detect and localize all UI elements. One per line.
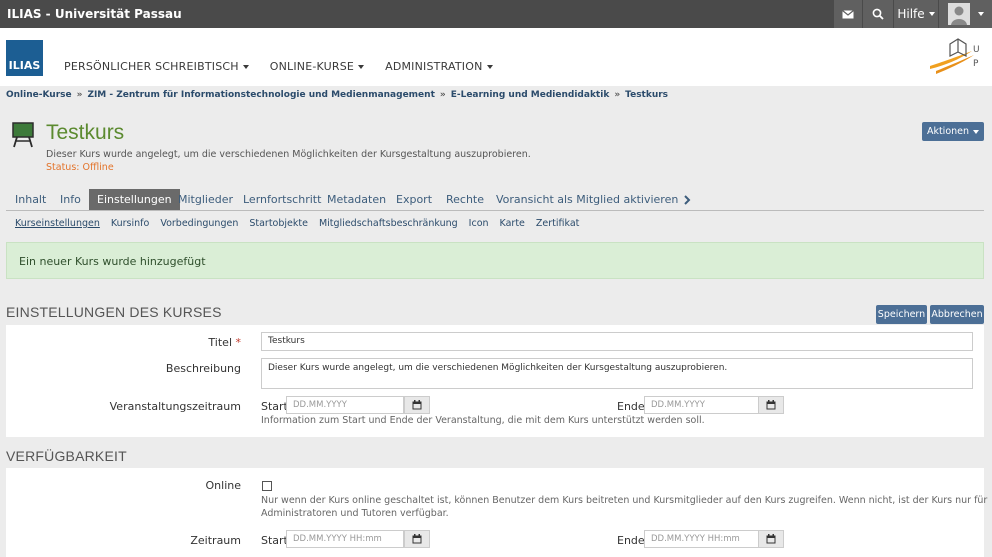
svg-text:U: U bbox=[973, 45, 980, 55]
calendar-icon bbox=[412, 400, 422, 410]
ilias-logo[interactable]: ILIAS bbox=[6, 40, 43, 76]
availability-end-input[interactable]: DD.MM.YYYY HH:mm bbox=[644, 530, 762, 548]
availability-start-input[interactable]: DD.MM.YYYY HH:mm bbox=[286, 530, 404, 548]
title-input[interactable]: Testkurs bbox=[261, 332, 973, 351]
tab-lernfortschritt[interactable]: Lernfortschritt bbox=[235, 189, 329, 210]
chevron-down-icon bbox=[977, 12, 984, 16]
breadcrumb-item[interactable]: Testkurs bbox=[625, 90, 668, 100]
tab-einstellungen[interactable]: Einstellungen bbox=[89, 189, 180, 210]
subtab-kursinfo[interactable]: Kursinfo bbox=[111, 218, 149, 229]
success-message: Ein neuer Kurs wurde hinzugefügt bbox=[6, 242, 984, 279]
course-description: Dieser Kurs wurde angelegt, um die versc… bbox=[46, 149, 531, 160]
brand-title: ILIAS - Universität Passau bbox=[7, 7, 182, 21]
subtab-zertifikat[interactable]: Zertifikat bbox=[536, 218, 580, 229]
subtab-icon[interactable]: Icon bbox=[469, 218, 489, 229]
tab-inhalt[interactable]: Inhalt bbox=[7, 189, 54, 210]
subtab-karte[interactable]: Karte bbox=[500, 218, 525, 229]
online-info-line-1: Nur wenn der Kurs online geschaltet ist,… bbox=[261, 495, 988, 506]
chevron-down-icon bbox=[973, 129, 980, 134]
chevron-right-icon bbox=[684, 194, 691, 205]
subtab-vorbedingungen[interactable]: Vorbedingungen bbox=[160, 218, 238, 229]
subtab-kurseinstellungen[interactable]: Kurseinstellungen bbox=[15, 218, 100, 229]
title-label-text: Titel bbox=[208, 336, 232, 349]
tab-preview-as-member[interactable]: Voransicht als Mitglied aktivieren bbox=[488, 189, 699, 210]
availability-period-label: Zeitraum bbox=[190, 534, 241, 547]
title-label: Titel * bbox=[160, 336, 241, 349]
breadcrumb-item[interactable]: E-Learning und Mediendidaktik bbox=[451, 90, 610, 100]
status-text: Status: Offline bbox=[46, 162, 114, 173]
subtab-startobjekte[interactable]: Startobjekte bbox=[249, 218, 308, 229]
tab-metadaten[interactable]: Metadaten bbox=[319, 189, 394, 210]
university-logo: U P bbox=[930, 38, 980, 74]
help-menu[interactable]: Hilfe bbox=[894, 0, 938, 28]
subtab-mitgliedschaftsbeschraenkung[interactable]: Mitgliedschaftsbeschränkung bbox=[319, 218, 458, 229]
chevron-down-icon bbox=[358, 65, 365, 69]
actions-button[interactable]: Aktionen bbox=[922, 122, 984, 141]
tab-rechte[interactable]: Rechte bbox=[438, 189, 492, 210]
avatar-icon bbox=[947, 3, 970, 25]
nav-online-courses[interactable]: ONLINE-KURSE bbox=[269, 60, 365, 73]
description-label: Beschreibung bbox=[165, 362, 241, 375]
user-menu[interactable] bbox=[939, 0, 992, 28]
start-label: Start bbox=[261, 400, 288, 413]
course-period-label: Veranstaltungszeitraum bbox=[109, 400, 241, 413]
calendar-icon bbox=[412, 534, 422, 544]
tab-export[interactable]: Export bbox=[388, 189, 440, 210]
calendar-button[interactable] bbox=[758, 396, 784, 414]
period-info-text: Information zum Start und Ende der Veran… bbox=[261, 415, 705, 426]
availability-panel bbox=[6, 468, 984, 557]
chevron-down-icon bbox=[242, 65, 249, 69]
nav-personal-desktop[interactable]: PERSÖNLICHER SCHREIBTISCH bbox=[64, 60, 249, 73]
nav-label: ADMINISTRATION bbox=[385, 60, 483, 73]
required-marker: * bbox=[235, 336, 242, 349]
course-end-date-input[interactable]: DD.MM.YYYY bbox=[644, 396, 762, 414]
chevron-down-icon bbox=[486, 65, 493, 69]
course-icon bbox=[12, 122, 34, 148]
chevron-down-icon bbox=[928, 12, 935, 16]
end-label: Ende bbox=[617, 400, 645, 413]
tab-mitglieder[interactable]: Mitglieder bbox=[170, 189, 241, 210]
breadcrumb-separator: » bbox=[614, 90, 621, 100]
tab-label: Voransicht als Mitglied aktivieren bbox=[496, 193, 679, 206]
end-label: Ende bbox=[617, 534, 645, 547]
tab-info[interactable]: Info bbox=[52, 189, 89, 210]
calendar-button[interactable] bbox=[404, 396, 430, 414]
mail-button[interactable] bbox=[834, 0, 862, 28]
online-checkbox[interactable] bbox=[262, 481, 272, 491]
actions-label: Aktionen bbox=[926, 126, 970, 137]
help-label: Hilfe bbox=[897, 7, 925, 21]
top-bar: ILIAS - Universität Passau Hilfe bbox=[0, 0, 992, 28]
online-label: Online bbox=[205, 479, 241, 492]
start-label: Start bbox=[261, 534, 288, 547]
search-icon bbox=[872, 8, 884, 20]
mail-icon bbox=[842, 9, 854, 18]
save-button[interactable]: Speichern bbox=[876, 305, 927, 324]
search-button[interactable] bbox=[863, 0, 893, 28]
logo-text: ILIAS bbox=[8, 59, 41, 72]
sub-tab-bar: Kurseinstellungen Kursinfo Vorbedingunge… bbox=[15, 218, 579, 229]
tab-bar: Inhalt Info Einstellungen Mitglieder Ler… bbox=[6, 189, 984, 211]
nav-label: ONLINE-KURSE bbox=[269, 60, 355, 73]
main-navigation: PERSÖNLICHER SCHREIBTISCH ONLINE-KURSE A… bbox=[64, 60, 493, 73]
breadcrumb-separator: » bbox=[76, 90, 83, 100]
calendar-icon bbox=[766, 534, 776, 544]
nav-administration[interactable]: ADMINISTRATION bbox=[385, 60, 493, 73]
cancel-button[interactable]: Abbrechen bbox=[930, 305, 984, 324]
description-textarea[interactable]: Dieser Kurs wurde angelegt, um die versc… bbox=[261, 358, 973, 389]
calendar-button[interactable] bbox=[404, 530, 430, 548]
breadcrumb-item[interactable]: ZIM - Zentrum für Informationstechnologi… bbox=[87, 90, 434, 100]
main-header: ILIAS PERSÖNLICHER SCHREIBTISCH ONLINE-K… bbox=[0, 28, 992, 86]
online-info-line-2: Administratoren und Tutoren verfügbar. bbox=[261, 508, 449, 519]
breadcrumb: Online-Kurse » ZIM - Zentrum für Informati… bbox=[6, 90, 668, 100]
breadcrumb-separator: » bbox=[439, 90, 446, 100]
breadcrumb-item[interactable]: Online-Kurse bbox=[6, 90, 72, 100]
page-title: Testkurs bbox=[46, 121, 125, 144]
section-title-availability: VERFÜGBARKEIT bbox=[6, 448, 127, 464]
nav-label: PERSÖNLICHER SCHREIBTISCH bbox=[64, 60, 239, 73]
course-start-date-input[interactable]: DD.MM.YYYY bbox=[286, 396, 404, 414]
section-title-settings: EINSTELLUNGEN DES KURSES bbox=[6, 304, 222, 320]
svg-text:P: P bbox=[973, 59, 979, 69]
calendar-button[interactable] bbox=[758, 530, 784, 548]
calendar-icon bbox=[766, 400, 776, 410]
